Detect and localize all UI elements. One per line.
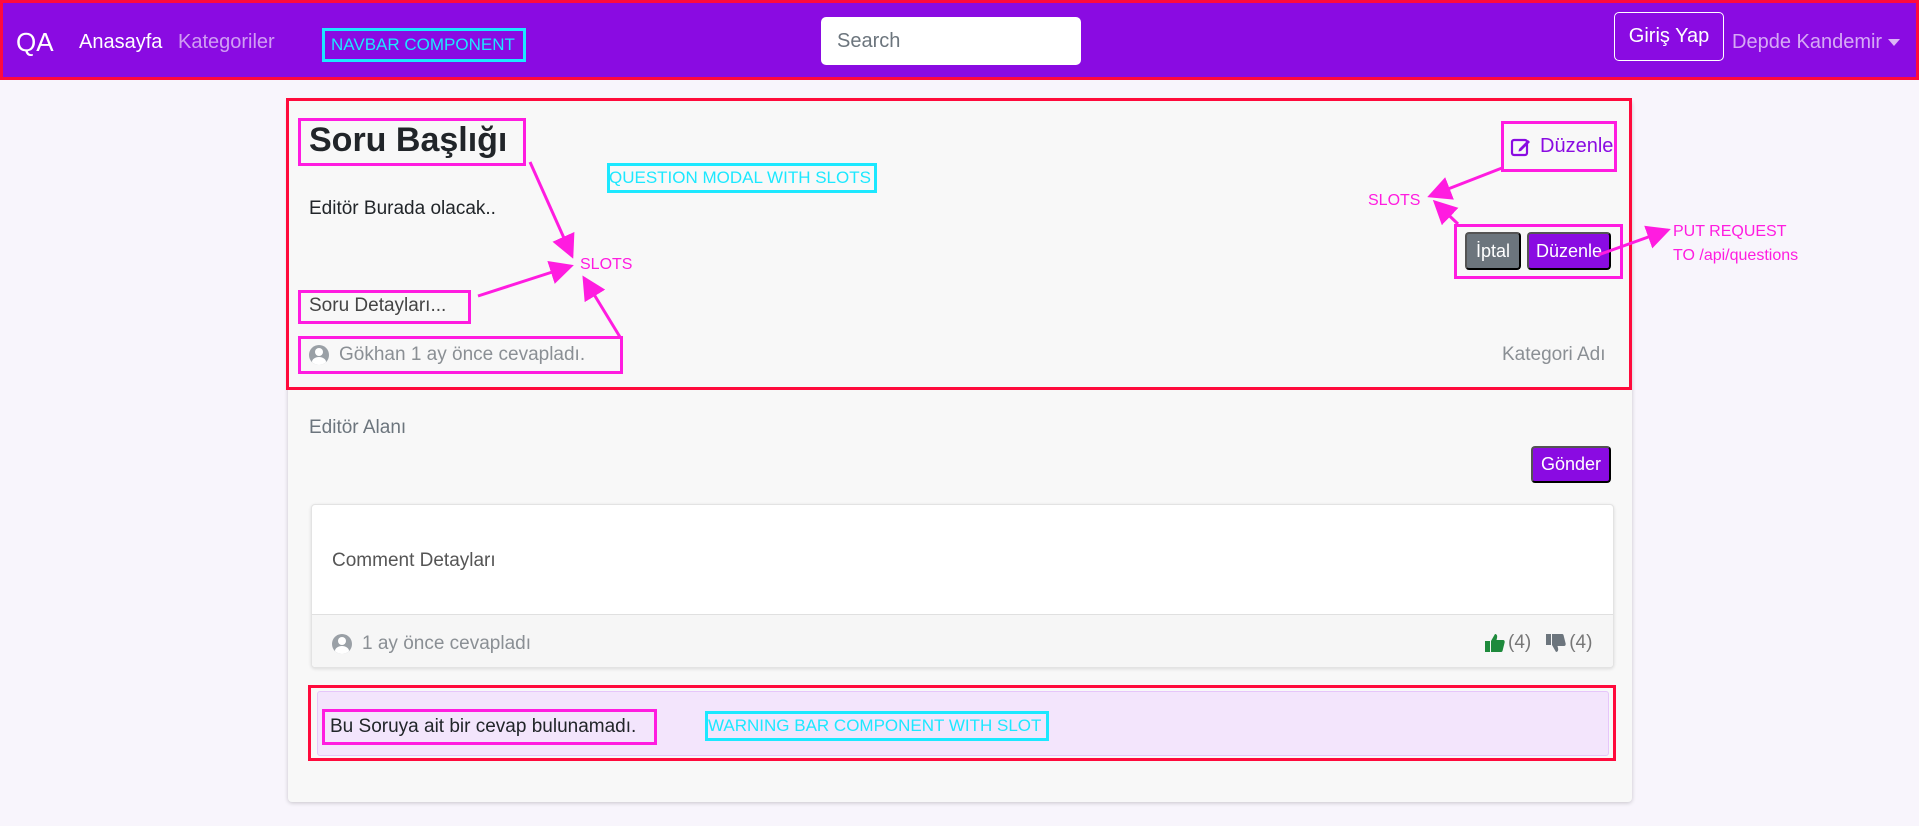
annotation-arrows (477, 161, 1671, 338)
